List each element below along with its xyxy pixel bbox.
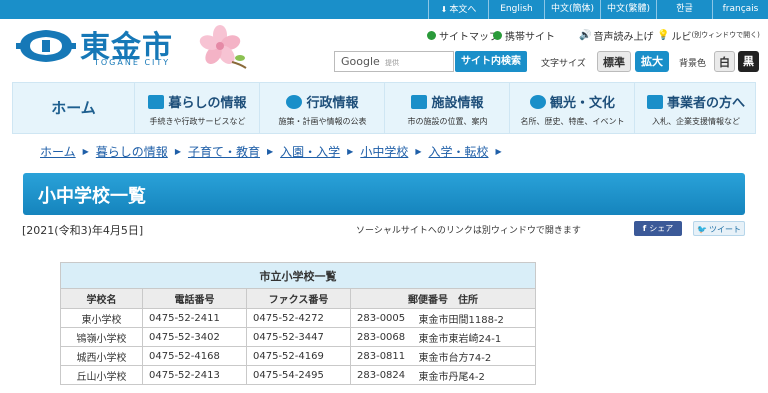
social-note: ソーシャルサイトへのリンクは別ウィンドウで開きます [356, 226, 581, 236]
breadcrumb: ホーム ▶ 暮らしの情報 ▶ 子育て・教育 ▶ 入園・入学 ▶ 小中学校 ▶ 入… [40, 143, 509, 159]
chevron-right-icon: ▶ [347, 146, 354, 156]
chevron-right-icon: ▶ [495, 146, 502, 156]
chevron-right-icon: ▶ [82, 146, 89, 156]
bg-white-button[interactable]: 白 [714, 51, 735, 72]
voice-reading-link[interactable]: 🔊 音声読み上げ [579, 27, 653, 43]
nav-business[interactable]: 事業者の方へ 入札、企業支援情報など [636, 83, 756, 133]
column-header: 郵便番号 住所 [350, 288, 536, 309]
ruby-link[interactable]: 💡 ルビ (別ウィンドウで開く) [657, 27, 760, 43]
tweet-button[interactable]: 🐦 ツイート [693, 221, 745, 236]
arrow-circle-icon [493, 30, 502, 40]
school-table: 市立小学校一覧 学校名 電話番号 ファクス番号 郵便番号 住所 東小学校 047… [60, 262, 536, 385]
text-size-label: 文字サイズ [541, 59, 586, 69]
twitter-icon: 🐦 [697, 225, 707, 234]
lang-chinese-simplified-link[interactable]: 中文(簡体) [544, 0, 600, 19]
sitemap-link[interactable]: サイトマップ [427, 27, 499, 43]
chevron-right-icon: ▶ [174, 146, 181, 156]
facebook-icon: f [642, 224, 647, 233]
nav-facilities[interactable]: 施設情報 市の施設の位置、案内 [386, 83, 510, 133]
page-title-bar: 小中学校一覧 [23, 173, 745, 215]
cherry-blossom-icon [199, 25, 247, 69]
breadcrumb-childcare-education[interactable]: 子育て・教育 [188, 143, 260, 160]
mobile-site-link[interactable]: 携帯サイト [493, 27, 555, 43]
bulb-icon: 💡 [657, 29, 670, 41]
lang-korean-link[interactable]: 한글 [656, 0, 712, 19]
bg-color-label: 背景色 [679, 59, 707, 69]
google-logo: Google [341, 55, 380, 68]
table-caption: 市立小学校一覧 [60, 262, 536, 289]
house-icon [148, 95, 165, 109]
speaker-icon: 🔊 [579, 29, 592, 41]
nav-living-info[interactable]: 暮らしの情報 手続きや行政サービスなど [136, 83, 260, 133]
table-row: 丘山小学校 0475-52-2413 0475-54-2495 283-0824… [60, 365, 536, 385]
table-row: 城西小学校 0475-52-4168 0475-52-4169 283-0811… [60, 346, 536, 366]
nav-administration[interactable]: 行政情報 施策・計画や情報の公表 [261, 83, 385, 133]
breadcrumb-living-info[interactable]: 暮らしの情報 [96, 143, 168, 160]
table-row: 東小学校 0475-52-2411 0475-52-4272 283-0005 … [60, 308, 536, 328]
lang-chinese-traditional-link[interactable]: 中文(繁體) [600, 0, 656, 19]
search-provided-label: 提供 [385, 59, 399, 67]
column-header: 学校名 [60, 288, 143, 309]
text-size-normal-button[interactable]: 標準 [597, 51, 631, 72]
text-size-large-button[interactable]: 拡大 [635, 51, 669, 72]
briefcase-icon [646, 95, 663, 109]
page-title: 小中学校一覧 [38, 186, 146, 207]
chevron-right-icon: ▶ [415, 146, 422, 156]
nav-tourism-culture[interactable]: 観光・文化 名所、歴史、特産、イベント [511, 83, 635, 133]
arrow-circle-icon [427, 30, 436, 40]
main-nav: ホーム 暮らしの情報 手続きや行政サービスなど 行政情報 施策・計画や情報の公表… [12, 82, 756, 134]
chevron-right-icon: ▶ [266, 146, 274, 156]
site-search-button[interactable]: サイト内検索 [455, 51, 527, 72]
language-links: ⬇ 本文へ English 中文(簡体) 中文(繁體) 한글 français [428, 0, 768, 19]
skip-to-content-link[interactable]: ⬇ 本文へ [428, 0, 488, 19]
lang-french-link[interactable]: français [712, 0, 768, 19]
table-row: 鴇嶺小学校 0475-52-3402 0475-52-3447 283-0068… [60, 327, 536, 347]
city-emblem-icon [16, 30, 76, 62]
bg-black-button[interactable]: 黒 [738, 51, 759, 72]
nav-home[interactable]: ホーム [13, 83, 135, 133]
breadcrumb-admission[interactable]: 入園・入学 [280, 143, 340, 160]
top-bar: ⬇ 本文へ English 中文(簡体) 中文(繁體) 한글 français [0, 0, 768, 19]
column-header: ファクス番号 [246, 288, 351, 309]
download-icon: ⬇ [440, 5, 448, 14]
facebook-share-button[interactable]: f シェア [634, 221, 682, 236]
breadcrumb-enrollment-transfer[interactable]: 入学・転校 [428, 143, 488, 160]
breadcrumb-schools[interactable]: 小中学校 [360, 143, 408, 160]
site-logo[interactable]: 東金市 TOGANE CITY [14, 22, 247, 72]
publish-date: [2021(令和3)年4月5日] [22, 224, 144, 237]
column-header: 電話番号 [142, 288, 247, 309]
breadcrumb-home[interactable]: ホーム [40, 143, 76, 160]
lang-english-link[interactable]: English [488, 0, 544, 19]
sightseeing-icon [529, 95, 546, 109]
building-icon [411, 95, 428, 109]
search-input[interactable]: Google 提供 [334, 51, 454, 72]
city-name-english: TOGANE CITY [94, 58, 171, 67]
city-emblem-icon [286, 95, 303, 109]
